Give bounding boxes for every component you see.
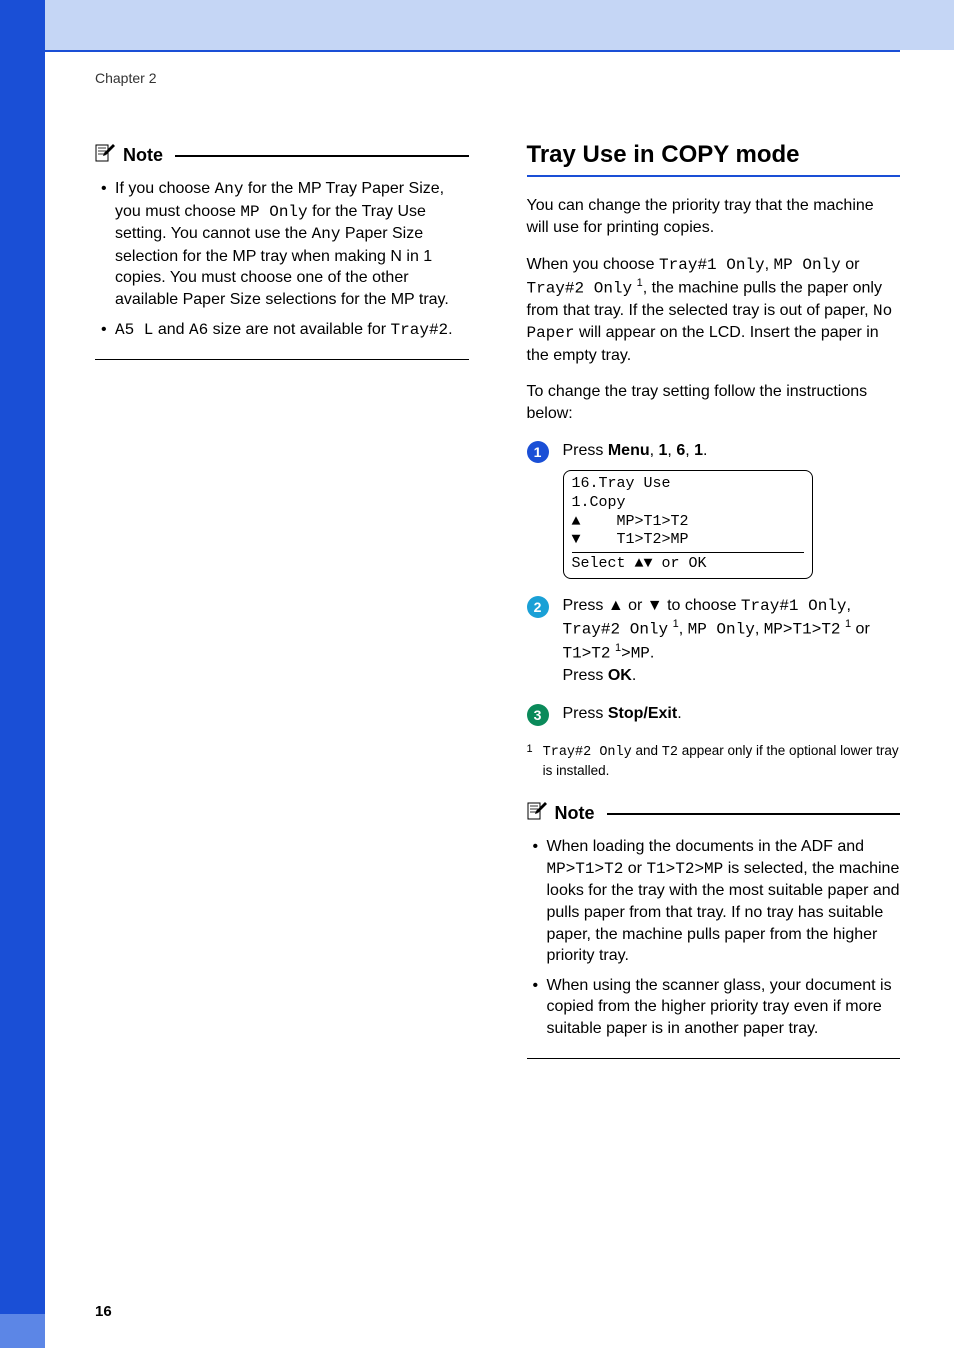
pencil-note-icon bbox=[95, 143, 117, 168]
chapter-label: Chapter 2 bbox=[95, 70, 900, 86]
note-title: Note bbox=[555, 803, 595, 824]
step-number-badge: 1 bbox=[527, 441, 549, 463]
left-column: Note If you choose Any for the MP Tray P… bbox=[95, 141, 469, 1059]
pencil-note-icon bbox=[527, 801, 549, 826]
note-bullet-2: A5 L and A6 size are not available for T… bbox=[101, 319, 469, 342]
lcd-footer: Select ▲▼ or OK bbox=[572, 552, 804, 574]
note-rule bbox=[175, 155, 469, 157]
note-box-right: Note When loading the documents in the A… bbox=[527, 799, 901, 1058]
note-header: Note bbox=[527, 801, 901, 826]
note-bullet-1: When loading the documents in the ADF an… bbox=[533, 836, 901, 967]
note-bullet-1: If you choose Any for the MP Tray Paper … bbox=[101, 178, 469, 311]
lcd-line: 16.Tray Use bbox=[572, 475, 804, 494]
step-number-badge: 2 bbox=[527, 596, 549, 618]
note-header: Note bbox=[95, 143, 469, 168]
step-1: 1 Press Menu, 1, 6, 1. 16.Tray Use 1.Cop… bbox=[527, 440, 901, 579]
page-number: 16 bbox=[95, 1303, 112, 1320]
note-box-left: Note If you choose Any for the MP Tray P… bbox=[95, 141, 469, 360]
intro-paragraph-1: You can change the priority tray that th… bbox=[527, 195, 901, 240]
section-heading: Tray Use in COPY mode bbox=[527, 141, 901, 177]
left-blue-sidebar bbox=[0, 0, 45, 1335]
intro-paragraph-2: When you choose Tray#1 Only, MP Only or … bbox=[527, 254, 901, 367]
step-number-badge: 3 bbox=[527, 704, 549, 726]
step-3: 3 Press Stop/Exit. bbox=[527, 703, 901, 726]
right-column: Tray Use in COPY mode You can change the… bbox=[527, 141, 901, 1059]
lcd-display: 16.Tray Use 1.Copy ▲ MP>T1>T2 ▼ T1>T2>MP… bbox=[563, 470, 813, 579]
footnote-1: 1 Tray#2 Only and T2 appear only if the … bbox=[527, 742, 901, 779]
intro-paragraph-3: To change the tray setting follow the in… bbox=[527, 381, 901, 426]
page-content: Chapter 2 Note bbox=[95, 70, 900, 1059]
step-2: 2 Press ▲ or ▼ to choose Tray#1 Only, Tr… bbox=[527, 595, 901, 687]
left-sidebar-shade bbox=[0, 1314, 45, 1348]
lcd-line: ▼ T1>T2>MP bbox=[572, 531, 804, 550]
header-rule bbox=[45, 50, 900, 52]
steps-list: 1 Press Menu, 1, 6, 1. 16.Tray Use 1.Cop… bbox=[527, 440, 901, 726]
note-title: Note bbox=[123, 145, 163, 166]
lcd-line: ▲ MP>T1>T2 bbox=[572, 513, 804, 532]
note-rule bbox=[607, 813, 901, 815]
top-accent-bar bbox=[45, 0, 954, 50]
lcd-line: 1.Copy bbox=[572, 494, 804, 513]
note-bullet-2: When using the scanner glass, your docum… bbox=[533, 975, 901, 1040]
